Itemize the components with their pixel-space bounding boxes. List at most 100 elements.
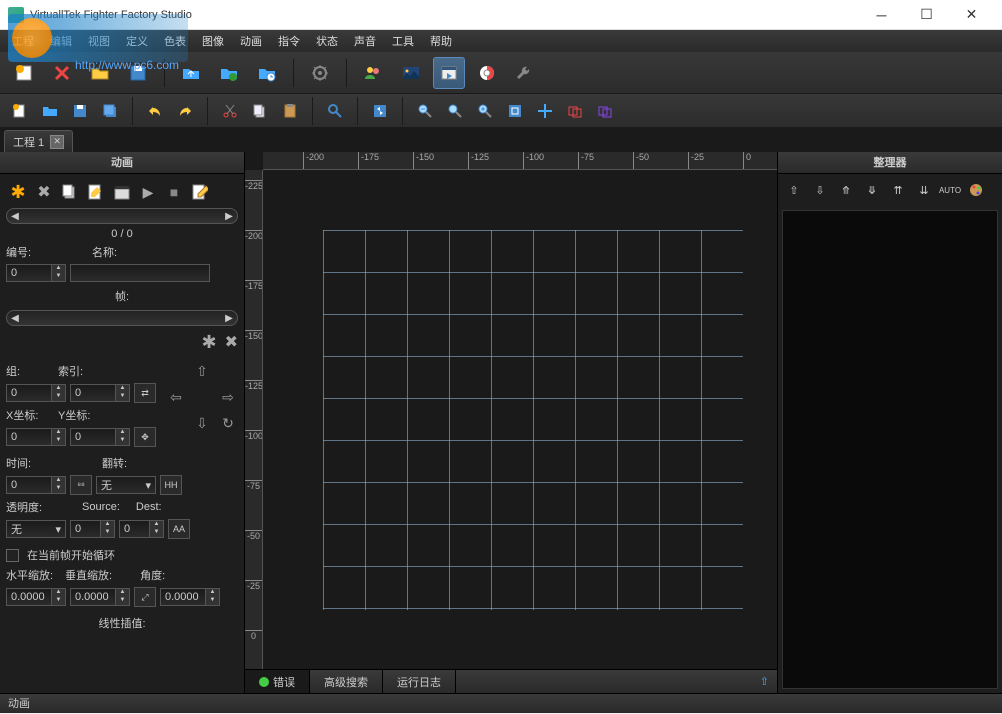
flip-tool-icon[interactable]: HH — [160, 475, 182, 495]
minimize-button[interactable]: ─ — [859, 1, 904, 29]
anim-clapper-icon[interactable] — [110, 180, 134, 204]
swap-icon[interactable]: ⇄ — [134, 383, 156, 403]
anim-scrollbar-2[interactable]: ◀▶ — [6, 310, 238, 326]
xcoord-input[interactable]: 0▲▼ — [6, 428, 66, 446]
find-icon[interactable] — [323, 99, 347, 123]
wrench-icon[interactable] — [509, 57, 541, 89]
arrow-down-icon[interactable]: ⇩ — [190, 411, 214, 435]
menu-animation[interactable]: 动画 — [232, 31, 270, 51]
search-tab[interactable]: 高级搜索 — [310, 670, 383, 693]
redo-icon[interactable] — [173, 99, 197, 123]
users-icon[interactable] — [357, 57, 389, 89]
org-bottom-icon[interactable]: ⇊ — [912, 178, 936, 202]
anim-edit-icon[interactable] — [84, 180, 108, 204]
frame-label: 帧: — [115, 291, 129, 303]
errors-tab[interactable]: 错误 — [245, 670, 310, 693]
frame-counter: 0 / 0 — [6, 228, 238, 240]
settings-icon[interactable] — [304, 57, 336, 89]
org-auto-icon[interactable]: AUTO — [938, 178, 962, 202]
document-tabbar: 工程 1 ✕ — [0, 128, 1002, 152]
menu-command[interactable]: 指令 — [270, 31, 308, 51]
anim-stop-icon[interactable]: ■ — [162, 180, 186, 204]
anim-new-icon[interactable]: ✱ — [6, 180, 30, 204]
time-input[interactable]: 0▲▼ — [6, 476, 66, 494]
anim-play-icon[interactable]: ▶ — [136, 180, 160, 204]
org-up10-icon[interactable]: ⤊ — [834, 178, 858, 202]
menu-image[interactable]: 图像 — [194, 31, 232, 51]
saveall-icon[interactable] — [98, 99, 122, 123]
source-input[interactable]: 0▲▼ — [70, 520, 115, 538]
menu-sound[interactable]: 声音 — [346, 31, 384, 51]
vscale-input[interactable]: 0.0000▲▼ — [70, 588, 130, 606]
arrow-up-icon[interactable]: ⇧ — [190, 359, 214, 383]
org-palette-icon[interactable] — [964, 178, 988, 202]
menu-state[interactable]: 状态 — [308, 31, 346, 51]
arrow-left-icon[interactable]: ⇦ — [164, 385, 188, 409]
time-tool-icon[interactable]: ⁸⁸ — [70, 475, 92, 495]
project-tab[interactable]: 工程 1 ✕ — [4, 130, 73, 152]
hscale-label: 水平缩放: — [6, 567, 53, 583]
export-folder-icon[interactable] — [213, 57, 245, 89]
onion-prev-icon[interactable] — [563, 99, 587, 123]
org-up-icon[interactable]: ⇧ — [782, 178, 806, 202]
scale-tool-icon[interactable]: ⤢ — [134, 587, 156, 607]
fit-icon[interactable] — [503, 99, 527, 123]
org-down10-icon[interactable]: ⤋ — [860, 178, 884, 202]
maximize-button[interactable]: ☐ — [904, 1, 949, 29]
open-doc-icon[interactable] — [38, 99, 62, 123]
org-top-icon[interactable]: ⇈ — [886, 178, 910, 202]
rotate-icon[interactable]: ↻ — [216, 411, 240, 435]
group-input[interactable]: 0▲▼ — [6, 384, 66, 402]
direction-pad: ⇧ ⇦ ⇨ ⇩↻ — [164, 359, 240, 451]
arrow-right-icon[interactable]: ⇨ — [216, 385, 240, 409]
help-ring-icon[interactable] — [471, 57, 503, 89]
save-doc-icon[interactable] — [68, 99, 92, 123]
animation-icon[interactable] — [433, 57, 465, 89]
crosshair-icon[interactable] — [533, 99, 557, 123]
zoom-100-icon[interactable] — [443, 99, 467, 123]
menu-tools[interactable]: 工具 — [384, 31, 422, 51]
onion-next-icon[interactable] — [593, 99, 617, 123]
hscale-input[interactable]: 0.0000▲▼ — [6, 588, 66, 606]
org-down-icon[interactable]: ⇩ — [808, 178, 832, 202]
anim-copy-icon[interactable] — [58, 180, 82, 204]
flip-combo[interactable]: 无 — [96, 476, 156, 494]
anim-editpen-icon[interactable] — [188, 180, 212, 204]
collapse-icon[interactable]: ⇧ — [752, 675, 777, 688]
dest-input[interactable]: 0▲▼ — [119, 520, 164, 538]
tab-close-icon[interactable]: ✕ — [50, 135, 64, 149]
anim-star-icon[interactable]: ✱ — [202, 332, 217, 353]
move-icon[interactable]: ✥ — [134, 427, 156, 447]
cut-icon[interactable] — [218, 99, 242, 123]
anim-delete-icon[interactable]: ✖ — [32, 180, 56, 204]
anim-x-icon[interactable]: ✖ — [225, 332, 238, 353]
ycoord-label: Y坐标: — [58, 407, 106, 423]
zoom-in-icon[interactable] — [473, 99, 497, 123]
ycoord-input[interactable]: 0▲▼ — [70, 428, 130, 446]
angle-input[interactable]: 0.0000▲▼ — [160, 588, 220, 606]
opacity-tool-icon[interactable]: AA — [168, 519, 190, 539]
index-input[interactable]: 0▲▼ — [70, 384, 130, 402]
recent-icon[interactable] — [251, 57, 283, 89]
image-icon[interactable] — [395, 57, 427, 89]
menu-help[interactable]: 帮助 — [422, 31, 460, 51]
number-input[interactable]: 0▲▼ — [6, 264, 66, 282]
opacity-combo[interactable]: 无 — [6, 520, 66, 538]
name-input[interactable] — [70, 264, 210, 282]
organizer-list[interactable] — [782, 210, 998, 689]
status-dot-icon — [259, 677, 269, 687]
ruler-horizontal: -200 -175 -150 -125 -100 -75 -50 -25 0 — [263, 152, 777, 170]
paste-icon[interactable] — [278, 99, 302, 123]
canvas[interactable] — [263, 170, 777, 669]
loop-checkbox[interactable] — [6, 549, 19, 562]
sync-icon[interactable] — [368, 99, 392, 123]
zoom-out-icon[interactable] — [413, 99, 437, 123]
undo-icon[interactable] — [143, 99, 167, 123]
animation-panel: 动画 ✱ ✖ ▶ ■ ◀▶ 0 / 0 编号: 名称: — [0, 152, 245, 693]
copy-icon[interactable] — [248, 99, 272, 123]
new-doc-icon[interactable] — [8, 99, 32, 123]
anim-scrollbar-1[interactable]: ◀▶ — [6, 208, 238, 224]
log-tab[interactable]: 运行日志 — [383, 670, 456, 693]
close-button[interactable]: ✕ — [949, 1, 994, 29]
vscale-label: 垂直缩放: — [65, 567, 112, 583]
